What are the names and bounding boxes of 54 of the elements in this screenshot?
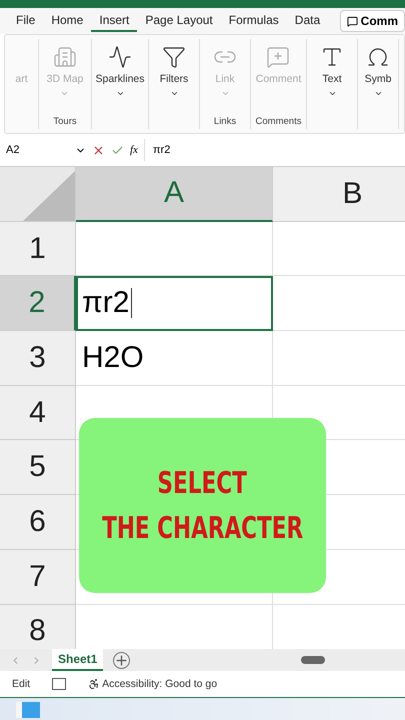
ribbon-tab[interactable]: Page Layout <box>137 10 221 32</box>
row-header[interactable]: 5 <box>0 440 76 496</box>
buildings-icon <box>52 45 77 69</box>
group-label: Links <box>214 116 236 129</box>
ribbon-tab[interactable]: Insert <box>91 10 138 32</box>
ribbon-tab[interactable]: Data <box>286 10 328 32</box>
group-label: Comments <box>256 116 302 129</box>
sparkline-icon <box>108 45 132 69</box>
caret-icon <box>220 89 230 98</box>
select-all-button[interactable] <box>0 167 76 222</box>
table-cell[interactable] <box>76 222 273 276</box>
ribbon-tab[interactable]: Home <box>43 10 92 32</box>
scrollbar-thumb[interactable] <box>301 656 325 664</box>
comments-button[interactable]: Comm <box>340 10 405 32</box>
name-box[interactable]: A2 <box>6 144 86 156</box>
sheet-tab[interactable]: Sheet1 <box>52 649 104 671</box>
caret-icon <box>170 89 178 98</box>
caret-icon <box>328 89 336 98</box>
ribbon-button[interactable]: Filters <box>160 39 188 129</box>
formula-field[interactable]: πr2 <box>144 139 399 161</box>
caret-icon <box>60 89 70 98</box>
ribbon-button[interactable]: Sparklines <box>95 39 145 129</box>
insert-function-button[interactable]: fx <box>130 144 138 156</box>
row-header[interactable]: 4 <box>0 386 76 440</box>
row-header[interactable]: 2 <box>0 276 76 332</box>
mode-text: Edit <box>12 678 30 690</box>
table-cell[interactable]: πr2 <box>76 276 273 332</box>
app-icon[interactable] <box>16 702 40 718</box>
row-header[interactable]: 6 <box>0 495 76 550</box>
table-cell[interactable]: H2O <box>76 331 273 386</box>
row-header[interactable]: 1 <box>0 222 76 276</box>
comment-icon <box>266 45 290 69</box>
caret-icon <box>116 89 124 98</box>
filter-icon <box>162 45 186 69</box>
column-header[interactable]: B <box>273 167 405 222</box>
row-header[interactable]: 8 <box>0 604 76 649</box>
ribbon-button[interactable]: Symb <box>364 39 392 129</box>
caret-icon <box>374 89 382 98</box>
column-header[interactable]: A <box>76 167 273 222</box>
group-label: Tours <box>53 116 77 129</box>
row-header[interactable]: 3 <box>0 331 76 386</box>
accessibility-icon <box>88 678 100 690</box>
add-sheet-icon[interactable] <box>113 652 130 668</box>
ribbon-tab[interactable]: Formulas <box>220 10 287 32</box>
caption-text: SELECT <box>158 466 248 500</box>
comment-icon <box>346 16 358 26</box>
enter-icon[interactable] <box>111 144 124 156</box>
ribbon-button[interactable]: Text <box>320 39 344 129</box>
accessibility-status[interactable]: Accessibility: Good to go <box>88 678 218 690</box>
row-header[interactable]: 7 <box>0 550 76 604</box>
ribbon-tab[interactable]: File <box>8 10 44 32</box>
cancel-icon[interactable] <box>92 144 105 156</box>
caption-text: THE CHARACTER <box>102 510 304 546</box>
macro-icon[interactable] <box>52 678 66 690</box>
